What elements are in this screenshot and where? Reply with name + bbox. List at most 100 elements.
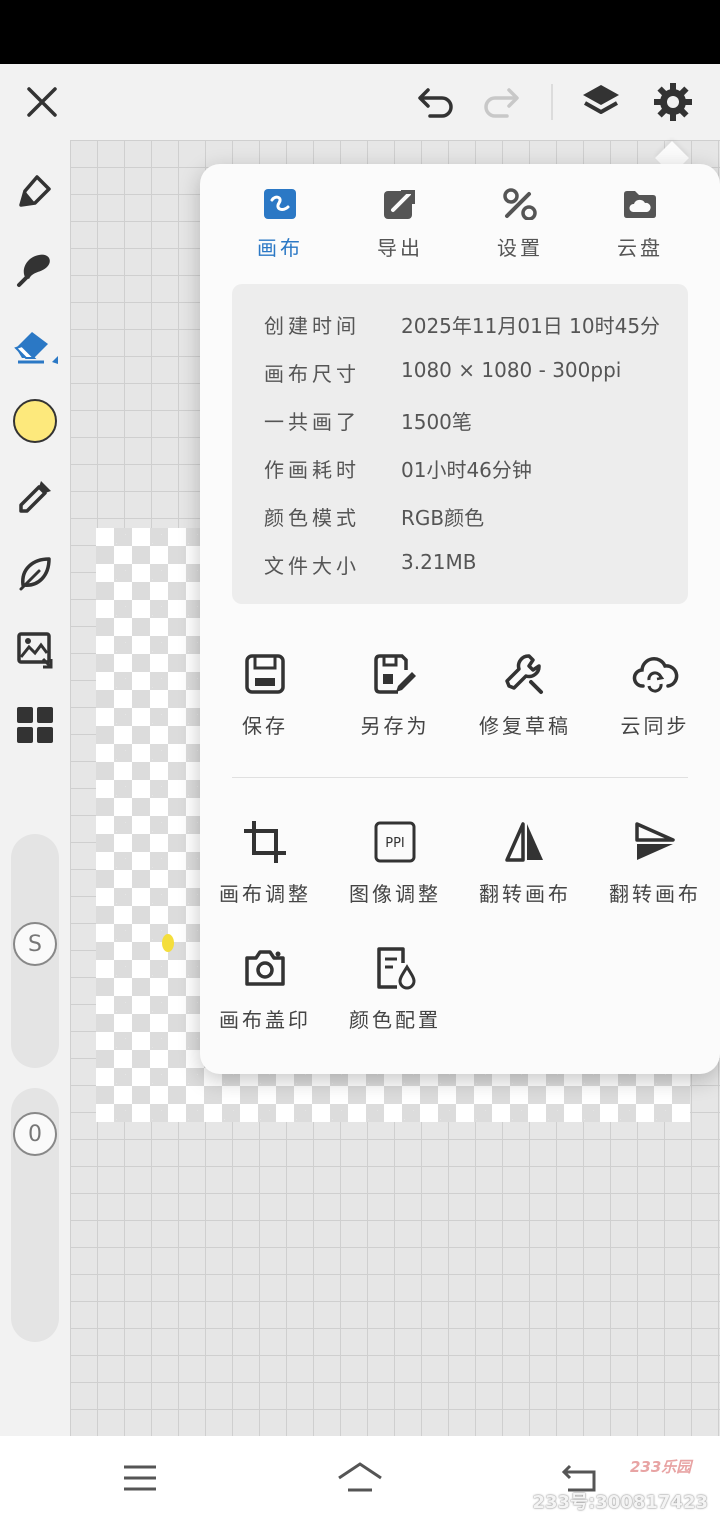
settings-button[interactable] xyxy=(651,80,695,124)
canvas-adjust-button[interactable]: 画布调整 xyxy=(200,818,330,907)
redo-icon xyxy=(484,88,519,118)
info-key: 作画耗时 xyxy=(264,458,360,482)
tools-icon xyxy=(502,186,538,222)
section-divider xyxy=(232,777,688,778)
action-label: 翻转画布 xyxy=(479,882,571,906)
info-value: 1080 × 1080 - 300ppi xyxy=(401,358,622,382)
color-config-button[interactable]: 颜色配置 xyxy=(330,944,460,1033)
info-row: 画布尺寸 1080 × 1080 - 300ppi xyxy=(264,358,664,388)
home-icon xyxy=(338,1462,382,1492)
info-row: 一共画了 1500笔 xyxy=(264,406,664,436)
menu-icon xyxy=(124,1465,156,1491)
action-label: 画布调整 xyxy=(219,882,311,906)
canvas-stamp-button[interactable]: 画布盖印 xyxy=(200,944,330,1033)
image-adjust-button[interactable]: PPI 图像调整 xyxy=(330,818,460,907)
color-profile-icon xyxy=(371,944,419,992)
flip-horizontal-icon xyxy=(501,818,549,866)
pencil-icon xyxy=(19,175,51,207)
leaf-icon xyxy=(19,557,51,591)
image-import-icon xyxy=(17,632,53,669)
eraser-icon xyxy=(14,332,58,364)
tab-label: 画布 xyxy=(257,236,303,260)
cloud-folder-icon xyxy=(622,186,658,222)
tab-export[interactable]: 导出 xyxy=(340,186,460,261)
close-button[interactable] xyxy=(20,80,64,124)
info-value: 01小时46分钟 xyxy=(401,458,532,482)
size-slider-knob[interactable]: S xyxy=(13,922,57,966)
leaf-tool[interactable] xyxy=(10,548,60,598)
left-toolbar: S 0 xyxy=(0,140,70,1436)
brush-tool[interactable] xyxy=(10,244,60,294)
info-value: RGB颜色 xyxy=(401,506,485,530)
tab-settings[interactable]: 设置 xyxy=(460,186,580,261)
canvas-menu-popup: 画布 导出 设置 云盘 创建时间 2025年11月01日 10时45分 画布尺寸… xyxy=(200,164,720,1074)
svg-text:PPI: PPI xyxy=(385,836,405,851)
tab-cloud[interactable]: 云盘 xyxy=(580,186,700,261)
info-value: 1500笔 xyxy=(401,410,472,434)
save-button[interactable]: 保存 xyxy=(200,650,330,739)
action-label: 保存 xyxy=(242,714,288,738)
layout-tool[interactable] xyxy=(10,700,60,750)
tab-label: 云盘 xyxy=(617,236,663,260)
home-button[interactable] xyxy=(336,1454,384,1502)
action-label: 图像调整 xyxy=(349,882,441,906)
info-row: 文件大小 3.21MB xyxy=(264,550,664,580)
layers-icon xyxy=(583,85,619,114)
action-label: 颜色配置 xyxy=(349,1008,441,1032)
opacity-slider-knob[interactable]: 0 xyxy=(13,1112,57,1156)
eyedropper-tool[interactable] xyxy=(10,472,60,522)
color-swatch[interactable] xyxy=(10,396,60,446)
drawing-app: S 0 画布 导出 设置 云盘 创建时间 2025年11月01日 10时45分 … xyxy=(0,64,720,1436)
info-value: 3.21MB xyxy=(401,550,477,574)
toolbar-divider xyxy=(551,84,553,120)
gear-icon xyxy=(654,83,692,121)
action-label: 画布盖印 xyxy=(219,1008,311,1032)
redo-button[interactable] xyxy=(479,80,523,124)
canvas-info-card: 创建时间 2025年11月01日 10时45分 画布尺寸 1080 × 1080… xyxy=(232,284,688,604)
layers-button[interactable] xyxy=(579,80,623,124)
action-label: 云同步 xyxy=(620,714,690,738)
crop-icon xyxy=(241,818,289,866)
cloud-sync-button[interactable]: 云同步 xyxy=(590,650,720,739)
pencil-tool[interactable] xyxy=(10,168,60,218)
tab-label: 导出 xyxy=(377,236,423,260)
info-key: 颜色模式 xyxy=(264,506,360,530)
save-icon xyxy=(241,650,289,698)
flip-vertical-icon xyxy=(631,818,679,866)
system-nav-bar: 233乐园 233号:300817423 xyxy=(0,1436,720,1520)
info-key: 文件大小 xyxy=(264,554,360,578)
action-label: 翻转画布 xyxy=(609,882,701,906)
top-toolbar xyxy=(0,64,720,140)
grid-icon xyxy=(17,707,53,743)
brush-icon xyxy=(17,254,50,287)
tab-label: 设置 xyxy=(497,236,543,260)
repair-draft-button[interactable]: 修复草稿 xyxy=(460,650,590,739)
action-label: 另存为 xyxy=(360,714,430,738)
flip-canvas-horizontal-button[interactable]: 翻转画布 xyxy=(460,818,590,907)
flip-canvas-vertical-button[interactable]: 翻转画布 xyxy=(590,818,720,907)
info-value: 2025年11月01日 10时45分 xyxy=(401,314,661,338)
save-as-button[interactable]: 另存为 xyxy=(330,650,460,739)
canvas-icon xyxy=(262,186,298,222)
save-as-icon xyxy=(371,650,419,698)
eraser-tool[interactable] xyxy=(10,320,60,370)
paint-stroke xyxy=(162,934,174,952)
tab-canvas[interactable]: 画布 xyxy=(220,186,340,261)
ppi-icon: PPI xyxy=(371,818,419,866)
action-label: 修复草稿 xyxy=(479,714,571,738)
info-row: 颜色模式 RGB颜色 xyxy=(264,502,664,532)
image-import-tool[interactable] xyxy=(10,624,60,674)
cloud-sync-icon xyxy=(631,650,679,698)
info-key: 画布尺寸 xyxy=(264,362,360,386)
export-icon xyxy=(382,186,418,222)
info-key: 一共画了 xyxy=(264,410,360,434)
status-bar xyxy=(0,0,720,64)
current-color-swatch xyxy=(13,399,57,443)
info-row: 创建时间 2025年11月01日 10时45分 xyxy=(264,310,664,340)
camera-icon xyxy=(241,944,289,992)
watermark-id: 233号:300817423 xyxy=(532,1492,709,1513)
menu-button[interactable] xyxy=(116,1454,164,1502)
undo-button[interactable] xyxy=(414,80,458,124)
undo-icon xyxy=(418,88,453,118)
wrench-icon xyxy=(501,650,549,698)
